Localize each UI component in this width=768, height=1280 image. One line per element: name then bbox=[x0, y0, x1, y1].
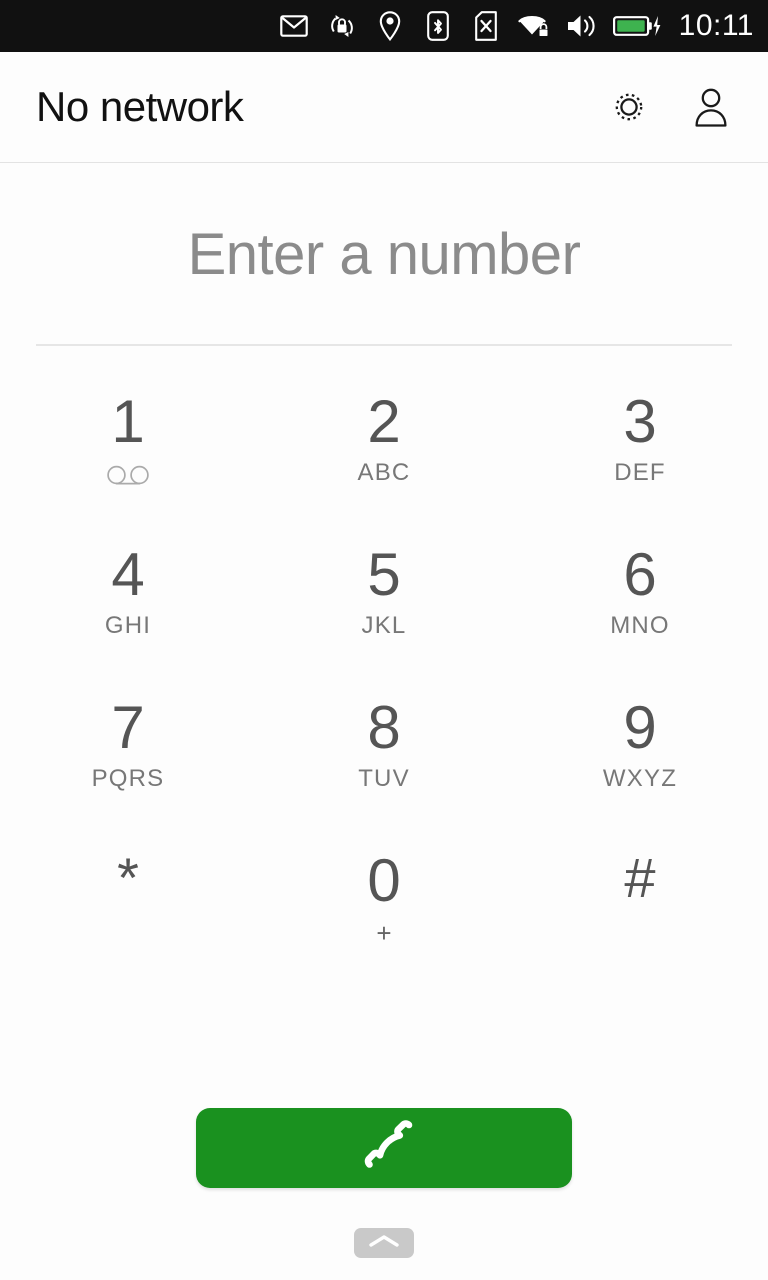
key-6[interactable]: 6 MNO bbox=[512, 535, 768, 688]
key-digit: # bbox=[624, 846, 656, 909]
bottom-edge-area bbox=[0, 1228, 768, 1258]
call-button-area bbox=[0, 1108, 768, 1188]
status-bar-icons bbox=[277, 9, 665, 43]
key-8[interactable]: 8 TUV bbox=[256, 688, 512, 841]
key-sublabel: GHI bbox=[104, 612, 152, 639]
contacts-person-icon[interactable] bbox=[690, 86, 732, 128]
key-digit: 4 bbox=[111, 541, 145, 608]
key-sublabel: ABC bbox=[357, 459, 411, 486]
key-digit: 8 bbox=[367, 694, 401, 761]
entry-divider bbox=[36, 344, 732, 346]
envelope-icon bbox=[277, 9, 311, 43]
key-sublabel: MNO bbox=[610, 612, 670, 639]
key-5[interactable]: 5 JKL bbox=[256, 535, 512, 688]
key-2[interactable]: 2 ABC bbox=[256, 382, 512, 535]
dialer-screen: 10:11 No network Enter a number 1 2 ABC … bbox=[0, 0, 768, 1280]
key-sublabel: JKL bbox=[361, 612, 407, 639]
key-digit: 9 bbox=[623, 694, 657, 761]
key-digit: 1 bbox=[111, 388, 145, 455]
phone-handset-icon bbox=[353, 1116, 415, 1181]
key-sublabel: WXYZ bbox=[602, 765, 678, 792]
dialer-keypad: 1 2 ABC 3 DEF 4 GHI 5 JKL 6 MNO 7 PQRS 8 TUV 9 WXYZ * 0 + # bbox=[0, 382, 768, 994]
chevron-up-icon bbox=[367, 1233, 401, 1254]
key-digit: 2 bbox=[367, 388, 401, 455]
key-1[interactable]: 1 bbox=[0, 382, 256, 535]
location-pin-icon bbox=[373, 9, 407, 43]
key-digit: 7 bbox=[111, 694, 145, 761]
bluetooth-icon bbox=[421, 9, 455, 43]
status-bar[interactable]: 10:11 bbox=[0, 0, 768, 52]
app-header: No network bbox=[0, 52, 768, 163]
key-sublabel: DEF bbox=[614, 459, 666, 486]
number-entry-field[interactable]: Enter a number bbox=[0, 163, 768, 345]
status-bar-clock: 10:11 bbox=[678, 9, 754, 42]
key-7[interactable]: 7 PQRS bbox=[0, 688, 256, 841]
voicemail-icon bbox=[105, 465, 151, 487]
number-entry-placeholder: Enter a number bbox=[187, 221, 581, 287]
volume-icon bbox=[565, 9, 599, 43]
header-actions bbox=[608, 86, 732, 128]
key-4[interactable]: 4 GHI bbox=[0, 535, 256, 688]
key-3[interactable]: 3 DEF bbox=[512, 382, 768, 535]
key-digit: 6 bbox=[623, 541, 657, 608]
sim-card-missing-icon bbox=[469, 9, 503, 43]
key-sublabel: TUV bbox=[358, 765, 410, 792]
key-9[interactable]: 9 WXYZ bbox=[512, 688, 768, 841]
key-digit: 5 bbox=[367, 541, 401, 608]
page-title: No network bbox=[36, 83, 244, 130]
key-digit: 0 bbox=[367, 847, 401, 914]
bottom-edge-handle[interactable] bbox=[354, 1228, 414, 1258]
key-0[interactable]: 0 + bbox=[256, 841, 512, 994]
key-digit: * bbox=[117, 846, 139, 909]
battery-charging-icon bbox=[612, 9, 665, 43]
key-star[interactable]: * bbox=[0, 841, 256, 994]
key-digit: 3 bbox=[623, 388, 657, 455]
key-hash[interactable]: # bbox=[512, 841, 768, 994]
call-button[interactable] bbox=[196, 1108, 572, 1188]
key-sublabel: PQRS bbox=[91, 765, 165, 792]
wifi-secure-icon bbox=[517, 9, 551, 43]
rotation-lock-icon bbox=[325, 9, 359, 43]
gear-icon[interactable] bbox=[608, 86, 650, 128]
key-sublabel: + bbox=[376, 918, 392, 948]
